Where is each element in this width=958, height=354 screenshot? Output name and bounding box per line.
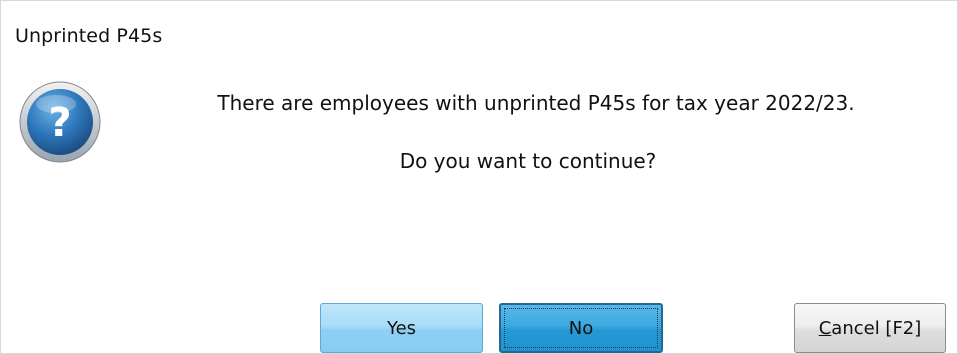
yes-button-label: Yes — [386, 317, 417, 339]
no-button[interactable]: No — [499, 303, 663, 353]
svg-text:?: ? — [48, 100, 71, 146]
yes-button[interactable]: Yes — [320, 303, 483, 353]
confirm-dialog: Unprinted P45s ? There are employees wit… — [0, 0, 958, 354]
cancel-button[interactable]: Cancel [F2] — [794, 303, 946, 353]
dialog-question: Do you want to continue? — [399, 149, 657, 173]
dialog-message: There are employees with unprinted P45s … — [217, 91, 855, 115]
no-button-label: No — [568, 317, 594, 339]
cancel-button-label: Cancel [F2] — [818, 317, 922, 339]
dialog-title: Unprinted P45s — [15, 25, 163, 47]
